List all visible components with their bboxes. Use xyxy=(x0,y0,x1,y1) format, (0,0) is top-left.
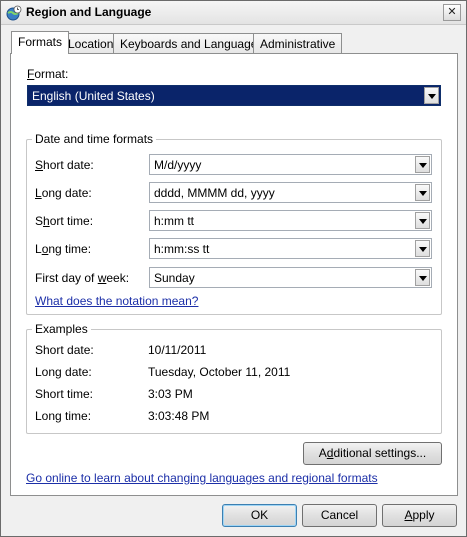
long-time-select[interactable]: h:mm:ss tt xyxy=(149,238,432,259)
format-select-value: English (United States) xyxy=(32,89,155,103)
format-label: Format: xyxy=(27,67,69,81)
chevron-down-icon[interactable] xyxy=(415,240,430,257)
first-day-value: Sunday xyxy=(154,271,195,285)
close-icon: ✕ xyxy=(447,5,457,18)
notation-help-link[interactable]: What does the notation mean? xyxy=(35,294,198,308)
example-short-time-value: 3:03 PM xyxy=(148,387,193,401)
short-date-label: Short date: xyxy=(35,158,94,172)
short-time-label: Short time: xyxy=(35,214,94,228)
formats-panel: Format: English (United States) Date and… xyxy=(10,53,458,496)
apply-button[interactable]: Apply xyxy=(382,504,457,527)
tab-formats[interactable]: Formats xyxy=(11,31,70,54)
chevron-down-icon[interactable] xyxy=(415,212,430,229)
chevron-down-icon[interactable] xyxy=(415,184,430,201)
tab-administrative-label: Administrative xyxy=(260,37,336,51)
close-button[interactable]: ✕ xyxy=(443,4,461,21)
long-date-label: Long date: xyxy=(35,186,92,200)
region-language-dialog: Region and Language ✕ Formats Location K… xyxy=(0,0,467,537)
tab-keyboards-label: Keyboards and Languages xyxy=(120,37,264,51)
example-long-date-value: Tuesday, October 11, 2011 xyxy=(148,365,291,379)
long-time-label: Long time: xyxy=(35,242,92,256)
ok-button[interactable]: OK xyxy=(222,504,297,527)
additional-settings-button[interactable]: Additional settings... xyxy=(303,442,442,465)
long-time-value: h:mm:ss tt xyxy=(154,242,210,256)
example-short-time-label: Short time: xyxy=(35,387,94,401)
globe-clock-icon xyxy=(6,5,22,21)
example-long-date-label: Long date: xyxy=(35,365,92,379)
chevron-down-icon[interactable] xyxy=(415,269,430,286)
example-long-time-label: Long time: xyxy=(35,409,92,423)
chevron-down-icon[interactable] xyxy=(415,156,430,173)
tab-administrative[interactable]: Administrative xyxy=(253,33,343,54)
example-short-date-value: 10/11/2011 xyxy=(148,343,207,357)
short-time-value: h:mm tt xyxy=(154,214,195,228)
cancel-button[interactable]: Cancel xyxy=(302,504,377,527)
short-time-select[interactable]: h:mm tt xyxy=(149,210,432,231)
example-short-date-label: Short date: xyxy=(35,343,94,357)
window-title: Region and Language xyxy=(26,5,152,19)
chevron-down-icon[interactable] xyxy=(424,87,439,104)
format-select[interactable]: English (United States) xyxy=(27,85,441,106)
short-date-value: M/d/yyyy xyxy=(154,158,202,172)
tab-location-label: Location xyxy=(68,37,114,51)
example-long-time-value: 3:03:48 PM xyxy=(148,409,210,423)
short-date-select[interactable]: M/d/yyyy xyxy=(149,154,432,175)
tab-location[interactable]: Location xyxy=(61,33,121,54)
long-date-value: dddd, MMMM dd, yyyy xyxy=(154,186,275,200)
online-help-link[interactable]: Go online to learn about changing langua… xyxy=(26,471,378,485)
tab-formats-label: Formats xyxy=(18,35,63,49)
date-time-formats-title: Date and time formats xyxy=(32,132,157,146)
first-day-of-week-select[interactable]: Sunday xyxy=(149,267,432,288)
examples-title: Examples xyxy=(32,322,91,336)
first-day-of-week-label: First day of week: xyxy=(35,271,130,285)
title-bar[interactable]: Region and Language ✕ xyxy=(1,1,466,25)
tab-keyboards-and-languages[interactable]: Keyboards and Languages xyxy=(113,33,271,54)
long-date-select[interactable]: dddd, MMMM dd, yyyy xyxy=(149,182,432,203)
